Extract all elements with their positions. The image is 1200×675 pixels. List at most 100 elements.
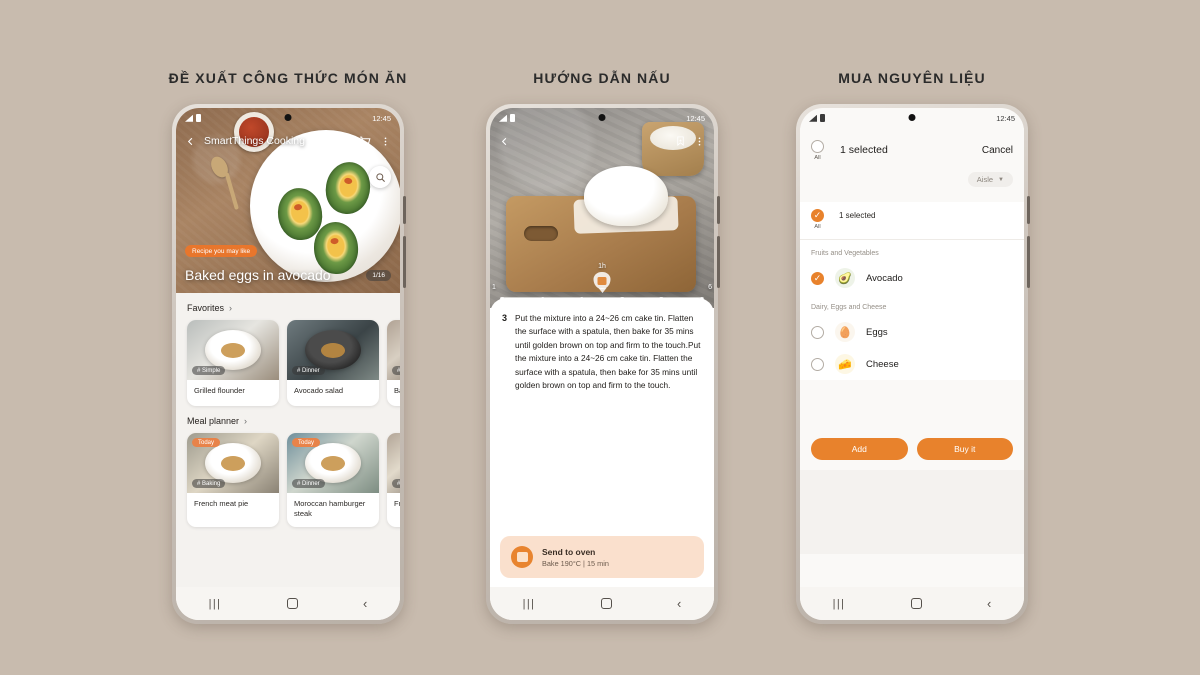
signal-icon	[499, 114, 507, 122]
back-arrow-icon[interactable]	[499, 136, 510, 147]
meal-planner-card-row: Today # Baking French meat pie Today # D…	[176, 433, 400, 528]
item-checkbox[interactable]	[811, 325, 824, 339]
timeline-dot[interactable]	[659, 296, 663, 301]
item-name: Cheese	[866, 358, 899, 370]
recipe-card[interactable]: Today # Dinner Moroccan hamburger steak	[287, 433, 379, 528]
avocado-icon: 🥑	[835, 268, 855, 288]
card-tag: # Baking	[192, 479, 226, 488]
list-select-all-row[interactable]: All 1 selected	[800, 202, 1024, 240]
item-checkbox[interactable]	[811, 357, 824, 371]
hero-recipe-name: Baked eggs in avocado	[185, 267, 331, 283]
phone3-side-button-bottom[interactable]	[1027, 236, 1030, 288]
timeline-duration: 1h	[598, 263, 606, 270]
search-fab[interactable]	[369, 166, 391, 188]
phone1-side-button-top[interactable]	[403, 196, 406, 224]
recents-icon[interactable]: |||	[209, 598, 222, 610]
oven-cta-title: Send to oven	[542, 546, 596, 557]
list-item[interactable]: 🥑 Avocado	[800, 262, 1024, 294]
phone2-app-bar	[490, 126, 714, 156]
select-all-radio-checked[interactable]	[811, 209, 824, 222]
add-button[interactable]: Add	[811, 438, 908, 460]
list-item[interactable]: 🧀 Cheese	[800, 348, 1024, 380]
card-tag: # Dinner	[292, 479, 325, 488]
phone3-nav-bar: ||| ‹	[800, 587, 1024, 620]
recipe-card[interactable]: Today # Baking French meat pie	[187, 433, 279, 528]
select-all-label: All	[814, 224, 821, 230]
board-handle-decor	[524, 226, 558, 241]
card-tag: # B	[392, 366, 400, 375]
chevron-right-icon: ›	[244, 416, 248, 426]
today-badge: Today	[192, 438, 221, 447]
home-icon[interactable]	[600, 598, 612, 609]
back-icon[interactable]: ‹	[677, 596, 681, 611]
cheese-icon: 🧀	[835, 354, 855, 374]
card-image: Today # Dinner	[287, 433, 379, 493]
back-icon[interactable]: ‹	[363, 596, 367, 611]
timeline-dot[interactable]	[579, 296, 584, 301]
more-vertical-icon[interactable]	[380, 136, 391, 147]
timeline-dot[interactable]	[700, 296, 704, 301]
item-checkbox[interactable]	[811, 271, 824, 285]
recipe-card[interactable]: # B Bac	[387, 320, 400, 406]
buy-it-button[interactable]: Buy it	[916, 438, 1013, 460]
status-left	[185, 114, 201, 122]
section-title: Favorites	[187, 303, 225, 313]
more-vertical-icon[interactable]	[694, 136, 705, 147]
status-time: 12:45	[686, 113, 705, 123]
timeline-dot[interactable]	[541, 296, 545, 301]
card-label: Fren	[394, 499, 400, 508]
phone1-nav-bar: ||| ‹	[176, 587, 400, 620]
cancel-button[interactable]: Cancel	[982, 145, 1013, 156]
phone1-app-bar: SmartThings Cooking	[176, 126, 400, 156]
recents-icon[interactable]: |||	[833, 598, 846, 610]
card-label: Moroccan hamburger steak	[294, 499, 366, 519]
today-badge: Today	[292, 438, 321, 447]
hero-counter: 1/16	[366, 270, 391, 281]
back-arrow-icon[interactable]	[185, 136, 196, 147]
dish-decor	[205, 330, 261, 370]
battery-icon	[510, 114, 515, 122]
recipe-card[interactable]: # B Fren	[387, 433, 400, 528]
dough-ball-decor	[584, 166, 668, 226]
step-timeline[interactable]: 1h 1 6	[490, 263, 714, 301]
select-all-radio[interactable]	[811, 139, 824, 153]
cart-icon[interactable]	[359, 135, 372, 148]
home-icon[interactable]	[910, 598, 922, 609]
hero-badge: Recipe you may like	[185, 245, 258, 257]
section-header-meal-planner[interactable]: Meal planner ›	[176, 406, 400, 433]
phone2-side-button-bottom[interactable]	[717, 236, 720, 288]
phone3-app-bar: All 1 selected Cancel	[800, 128, 1024, 172]
favorites-card-row: # Simple Grilled flounder # Dinner Avoca…	[176, 320, 400, 406]
select-all-control[interactable]: All	[811, 139, 824, 161]
phone1-screen: Recipe you may like Baked eggs in avocad…	[176, 108, 400, 620]
phone-buy-ingredients: 12:45 All 1 selected Cancel Aisle ▼ ✓ Al…	[796, 104, 1030, 624]
list-item[interactable]: 🥚 Eggs	[800, 316, 1024, 348]
card-tag: # B	[392, 479, 400, 488]
step-row: 3 Put the mixture into a 24~26 cm cake t…	[502, 312, 702, 393]
phone2-nav-bar: ||| ‹	[490, 587, 714, 620]
section-header-favorites[interactable]: Favorites ›	[176, 293, 400, 320]
recents-icon[interactable]: |||	[523, 598, 536, 610]
ingredient-list: All 1 selected Fruits and Vegetables 🥑 A…	[800, 202, 1024, 587]
timeline-dot[interactable]	[620, 296, 625, 301]
home-icon[interactable]	[286, 598, 298, 609]
timeline-dot[interactable]	[500, 296, 504, 301]
panel-title-2: HƯỚNG DẪN NẤU	[533, 70, 671, 86]
timeline-track[interactable]	[500, 296, 704, 301]
select-all-control-inline[interactable]: All	[811, 209, 824, 230]
recipe-card[interactable]: # Simple Grilled flounder	[187, 320, 279, 406]
phone2-side-button-top[interactable]	[717, 196, 720, 224]
bookmark-icon[interactable]	[675, 135, 686, 147]
panel-title-3: MUA NGUYÊN LIỆU	[838, 70, 986, 86]
card-tag: # Dinner	[292, 366, 325, 375]
phone3-side-button-top[interactable]	[1027, 196, 1030, 224]
action-button-row: Add Buy it	[811, 438, 1013, 460]
phone1-side-button-bottom[interactable]	[403, 236, 406, 288]
recipe-card[interactable]: # Dinner Avocado salad	[287, 320, 379, 406]
send-to-oven-button[interactable]: Send to oven Bake 190°C | 15 min	[500, 536, 704, 578]
chevron-right-icon: ›	[229, 303, 233, 313]
section-title: Meal planner	[187, 416, 240, 426]
sort-by-aisle-dropdown[interactable]: Aisle ▼	[967, 172, 1013, 187]
back-icon[interactable]: ‹	[987, 596, 991, 611]
sort-label: Aisle	[976, 175, 994, 184]
